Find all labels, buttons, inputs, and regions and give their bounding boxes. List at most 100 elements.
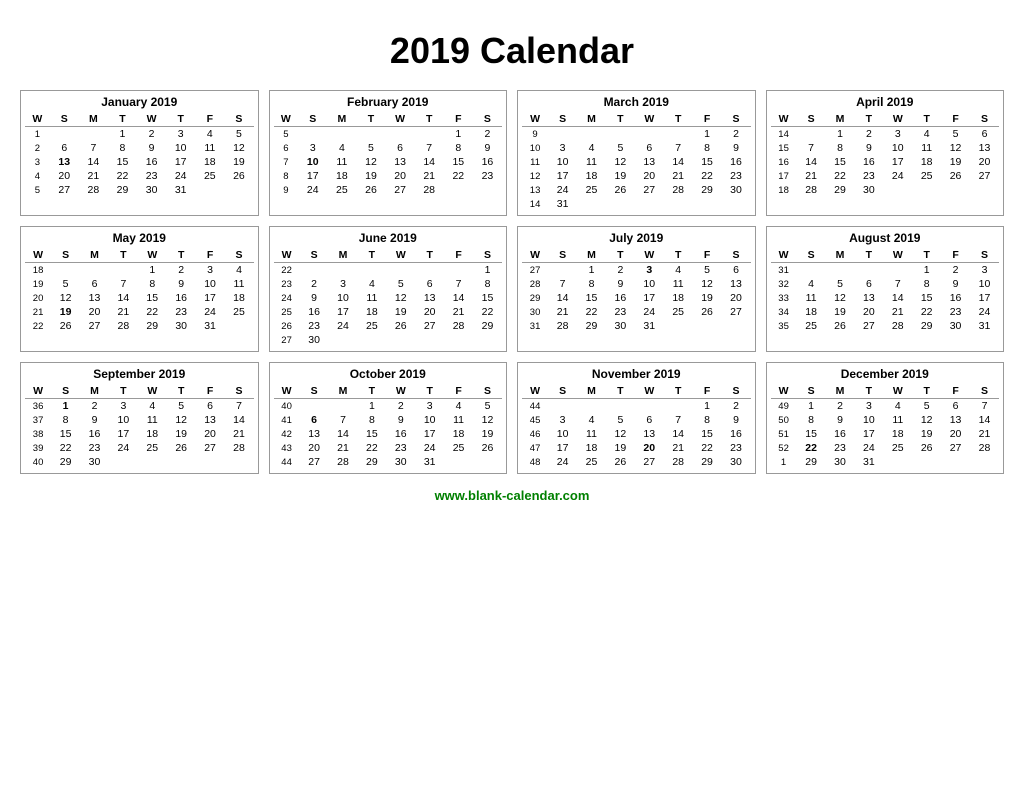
day-cell: 11	[225, 277, 254, 291]
day-cell: 2	[826, 399, 855, 414]
col-header: W	[25, 384, 51, 399]
day-cell: 17	[196, 291, 225, 305]
day-cell: 9	[137, 141, 166, 155]
day-cell: 7	[970, 399, 999, 414]
day-cell: 31	[548, 197, 577, 211]
day-cell	[357, 263, 386, 278]
day-cell: 13	[415, 291, 444, 305]
col-header: W	[274, 112, 299, 127]
day-cell: 28	[664, 455, 693, 469]
day-cell: 1	[826, 127, 855, 142]
week-number: 18	[25, 263, 51, 278]
month-title-1: January 2019	[25, 95, 254, 109]
week-number: 12	[522, 169, 548, 183]
day-cell	[941, 455, 970, 469]
day-cell	[50, 127, 79, 142]
col-header: M	[826, 384, 855, 399]
col-header: S	[51, 384, 80, 399]
col-header: S	[548, 112, 577, 127]
col-header: W	[274, 384, 300, 399]
month-12: December 2019WSMTWTFS4912345675089101112…	[766, 362, 1005, 474]
day-cell: 8	[826, 141, 855, 155]
day-cell	[970, 183, 999, 197]
day-cell: 11	[138, 413, 167, 427]
week-number: 51	[771, 427, 797, 441]
col-header: W	[274, 248, 300, 263]
col-header: M	[577, 384, 606, 399]
day-cell: 13	[854, 291, 883, 305]
day-cell: 11	[444, 413, 473, 427]
day-cell: 9	[167, 277, 196, 291]
week-number: 14	[771, 127, 797, 142]
day-cell: 28	[548, 319, 577, 333]
day-cell	[109, 263, 138, 278]
day-cell: 28	[970, 441, 999, 455]
col-header: S	[224, 112, 253, 127]
cal-table-11: WSMTWTFS44124534567894610111213141516471…	[522, 384, 751, 469]
day-cell: 3	[109, 399, 138, 414]
week-number: 31	[771, 263, 797, 278]
day-cell	[722, 197, 751, 211]
day-cell: 24	[854, 441, 883, 455]
col-header: F	[444, 112, 473, 127]
week-number: 48	[522, 455, 548, 469]
cal-table-10: WSMTWTFS40123454167891011124213141516171…	[274, 384, 503, 469]
day-cell: 1	[912, 263, 941, 278]
week-number: 39	[25, 441, 51, 455]
day-cell: 4	[912, 127, 941, 142]
day-cell: 29	[108, 183, 137, 197]
day-cell: 29	[693, 183, 722, 197]
col-header: M	[329, 384, 358, 399]
day-cell	[300, 399, 329, 414]
day-cell: 10	[196, 277, 225, 291]
day-cell: 25	[664, 305, 693, 319]
col-header: S	[225, 248, 254, 263]
day-cell: 6	[50, 141, 79, 155]
day-cell: 12	[224, 141, 253, 155]
day-cell: 16	[606, 291, 635, 305]
col-header: S	[548, 248, 577, 263]
week-number: 42	[274, 427, 300, 441]
col-header: S	[548, 384, 577, 399]
day-cell: 10	[109, 413, 138, 427]
day-cell: 30	[386, 455, 415, 469]
day-cell: 28	[444, 319, 473, 333]
day-cell: 1	[577, 263, 606, 278]
day-cell	[941, 183, 970, 197]
week-number: 4	[25, 169, 50, 183]
week-number: 9	[274, 183, 299, 197]
day-cell: 14	[444, 291, 473, 305]
col-header: W	[883, 112, 912, 127]
day-cell: 19	[473, 427, 502, 441]
day-cell	[635, 127, 664, 142]
day-cell: 16	[80, 427, 109, 441]
col-header: W	[138, 248, 167, 263]
col-header: W	[771, 112, 797, 127]
week-number: 30	[522, 305, 548, 319]
day-cell: 24	[970, 305, 999, 319]
col-header: W	[635, 248, 664, 263]
day-cell: 31	[635, 319, 664, 333]
day-cell: 11	[912, 141, 941, 155]
day-cell	[912, 455, 941, 469]
day-cell: 20	[50, 169, 79, 183]
week-number: 13	[522, 183, 548, 197]
col-header: W	[522, 384, 548, 399]
day-cell	[577, 127, 606, 142]
day-cell: 13	[50, 155, 79, 169]
day-cell: 6	[635, 413, 664, 427]
week-number: 1	[771, 455, 797, 469]
day-cell: 11	[577, 155, 606, 169]
month-1: January 2019WSMTWTFS11234526789101112313…	[20, 90, 259, 216]
month-title-9: September 2019	[25, 367, 254, 381]
day-cell: 11	[357, 291, 386, 305]
day-cell: 31	[196, 319, 225, 333]
week-number: 23	[274, 277, 300, 291]
day-cell: 8	[912, 277, 941, 291]
week-number: 14	[522, 197, 548, 211]
cal-table-8: WSMTWTFS31123324567891033111213141516173…	[771, 248, 1000, 333]
day-cell: 2	[386, 399, 415, 414]
day-cell: 21	[664, 169, 693, 183]
day-cell	[329, 399, 358, 414]
month-10: October 2019WSMTWTFS40123454167891011124…	[269, 362, 508, 474]
